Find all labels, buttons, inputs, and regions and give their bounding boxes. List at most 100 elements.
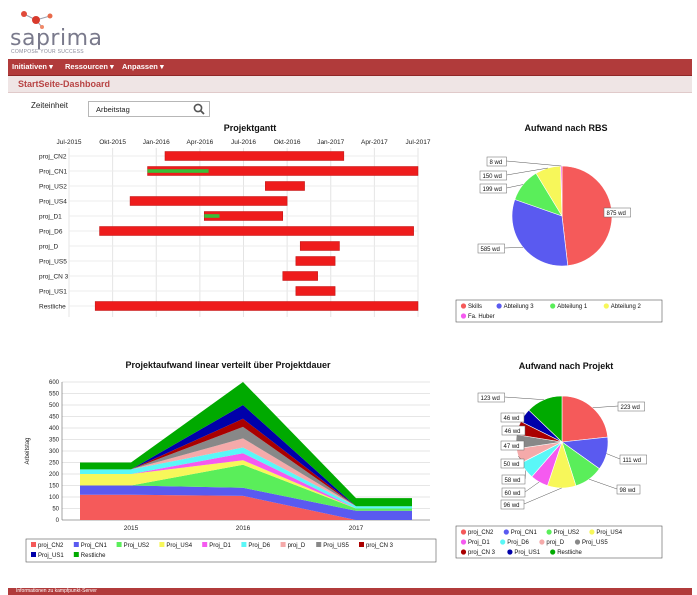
gantt-row-label: Proj_US2 xyxy=(39,184,67,191)
legend-swatch xyxy=(159,542,165,547)
legend-label: Proj_US2 xyxy=(124,543,150,549)
gantt-row-label: Proj_CN1 xyxy=(39,169,68,176)
gantt-row-label: Proj_US1 xyxy=(39,289,67,296)
area-x-tick-label: 2015 xyxy=(124,525,139,532)
pie-slice xyxy=(561,395,609,443)
pie-label-text: 58 wd xyxy=(505,478,521,484)
pie-label-text: 199 wd xyxy=(483,187,502,193)
logo-wordmark: saprima xyxy=(10,26,103,51)
pie-label-text: 46 wd xyxy=(505,429,521,435)
legend-swatch xyxy=(546,529,552,535)
project-pie-chart: Aufwand nach Projekt 223 wd 111 wd 98 wd 96… xyxy=(455,361,663,559)
pie-label-text: 123 wd xyxy=(481,396,500,402)
area-panel: Projektaufwand linear verteilt über Proj… xyxy=(20,356,440,568)
legend-swatch xyxy=(31,552,36,557)
area-y-tick-label: 150 xyxy=(49,484,60,490)
gantt-row-label: Proj_D6 xyxy=(39,229,63,236)
legend-swatch xyxy=(539,539,545,545)
pie-label-leader xyxy=(523,487,562,505)
area-x-tick-label: 2016 xyxy=(236,525,251,532)
pie-label-leader xyxy=(506,160,562,167)
legend-swatch xyxy=(603,303,609,309)
legend-label: Proj_US4 xyxy=(596,530,622,536)
main-menu-bar: Initiativen ▾ Ressourcen ▾ Anpassen ▾ xyxy=(8,59,692,76)
area-y-tick-label: 100 xyxy=(49,495,60,501)
legend-label: Proj_US5 xyxy=(323,543,349,549)
legend-swatch xyxy=(550,549,556,555)
gantt-panel: Projektgantt Jul-2015 Okt-2015 Jan-2016 Apr… xyxy=(20,120,432,326)
legend-label: Proj_D1 xyxy=(468,540,490,546)
legend-swatch xyxy=(241,542,247,547)
legend-label: proj_D xyxy=(546,540,564,546)
area-y-tick-label: 600 xyxy=(49,380,60,386)
gantt-bar xyxy=(94,301,419,311)
gantt-bar xyxy=(299,241,340,251)
logo-tagline: COMPOSE YOUR SUCCESS xyxy=(11,49,84,55)
gantt-bar xyxy=(265,181,305,191)
gantt-bar xyxy=(129,196,288,206)
page-title: StartSeite-Dashboard xyxy=(18,79,111,89)
gantt-x-tick-label: Jul-2017 xyxy=(406,139,431,146)
footer-bar: Informationen zu kampfpunkt-Server xyxy=(8,588,692,595)
rbs-pie-panel: Aufwand nach RBS 875 wd 585 wd 199 wd 150 w… xyxy=(450,120,682,326)
area-x-tick-label: 2017 xyxy=(349,525,364,532)
pie-label-text: 60 wd xyxy=(505,491,521,497)
gantt-row-label: Proj_US4 xyxy=(39,199,67,206)
legend-label: Proj_CN1 xyxy=(511,530,538,536)
zeiteinheit-value: Arbeitstag xyxy=(96,105,130,114)
zeiteinheit-field[interactable]: Arbeitstag xyxy=(88,101,210,117)
project-pie-panel: Aufwand nach Projekt 223 wd 111 wd 98 wd 96… xyxy=(450,356,682,568)
area-y-tick-label: 300 xyxy=(49,449,60,455)
legend-swatch xyxy=(280,542,286,547)
search-icon[interactable] xyxy=(193,103,205,115)
pie-label-leader xyxy=(606,453,621,460)
legend-label: proj_CN 3 xyxy=(468,550,496,556)
gantt-progress-bar xyxy=(204,214,220,218)
legend-swatch xyxy=(507,549,513,555)
legend-label: Proj_D6 xyxy=(248,543,270,549)
gantt-bar xyxy=(282,271,318,281)
pie-label-text: 98 wd xyxy=(620,488,636,494)
pie-label-text: 585 wd xyxy=(481,247,500,253)
pie-label-text: 50 wd xyxy=(504,462,520,468)
page-header-bar: StartSeite-Dashboard xyxy=(8,76,692,93)
legend-label: Proj_US2 xyxy=(554,530,580,536)
legend-swatch xyxy=(550,303,556,309)
pie-label-text: 47 wd xyxy=(504,444,520,450)
gantt-row-label: proj_D1 xyxy=(39,214,62,221)
menu-item-anpassen[interactable]: Anpassen ▾ xyxy=(122,62,164,71)
menu-item-initiativen[interactable]: Initiativen ▾ xyxy=(12,62,53,71)
legend-swatch xyxy=(574,539,581,545)
legend-label: Abteilung 1 xyxy=(557,304,588,310)
gantt-x-tick-label: Apr-2017 xyxy=(361,139,388,146)
pie-label-leader xyxy=(504,247,523,249)
gantt-x-tick-label: Jul-2016 xyxy=(231,139,256,146)
gantt-x-tick-label: Okt-2015 xyxy=(99,139,126,146)
pie-label-text: 111 wd xyxy=(623,458,641,464)
gantt-x-tick-label: Jul-2015 xyxy=(57,139,82,146)
legend-label: proj_CN2 xyxy=(38,543,64,549)
zeiteinheit-label: Zeiteinheit xyxy=(31,101,68,110)
legend-label: Abteilung 3 xyxy=(504,304,535,310)
legend-swatch xyxy=(31,542,36,547)
pie-label-text: 96 wd xyxy=(504,503,520,509)
gantt-bar xyxy=(295,256,336,266)
area-y-tick-label: 550 xyxy=(49,392,60,398)
legend-label: Proj_US5 xyxy=(582,540,608,546)
legend-swatch xyxy=(316,542,322,547)
gantt-title: Projektgantt xyxy=(224,123,277,133)
area-y-tick-label: 250 xyxy=(49,461,60,467)
menu-item-ressourcen[interactable]: Ressourcen ▾ xyxy=(65,62,114,71)
legend-label: Proj_US4 xyxy=(166,543,192,549)
gantt-row-label: Proj_US5 xyxy=(39,259,67,266)
legend-label: proj_CN 3 xyxy=(366,543,394,549)
legend-swatch xyxy=(589,529,595,535)
gantt-row-label: proj_D xyxy=(39,244,58,251)
gantt-x-tick-label: Apr-2016 xyxy=(187,139,214,146)
rbs-pie-title: Aufwand nach RBS xyxy=(524,123,607,133)
gantt-bar xyxy=(164,151,345,161)
legend-label: Restliche xyxy=(557,550,582,556)
gantt-x-tick-label: Jan-2016 xyxy=(143,139,170,146)
legend-label: Proj_US1 xyxy=(38,553,64,559)
legend-label: Skills xyxy=(468,304,482,310)
